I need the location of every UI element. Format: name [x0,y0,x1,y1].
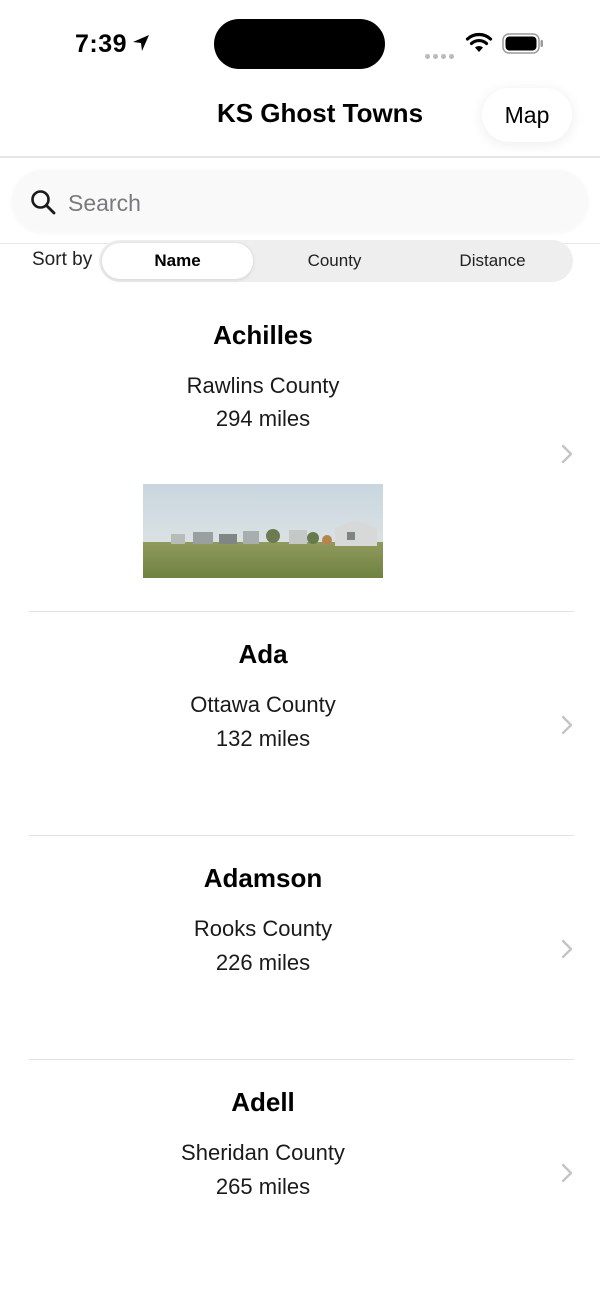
chevron-right-icon [561,939,573,959]
town-county: Rooks County [193,916,333,941]
town-name: Adamson [203,863,323,893]
town-county: Sheridan County [181,1140,345,1165]
chevron-right-icon [561,715,573,735]
chevron-right-icon [561,444,573,464]
town-distance: 294 miles [215,406,311,431]
town-name: Ada [238,639,288,669]
chevron-right-icon [561,1163,573,1183]
town-distance: 226 miles [215,950,311,975]
town-name: Adell [231,1087,295,1117]
town-county: Rawlins County [186,373,340,398]
town-row-ada[interactable]: Ada Ottawa County 132 miles [0,612,600,836]
town-distance: 265 miles [215,1174,311,1199]
town-photo [143,484,383,578]
town-name: Achilles [213,320,313,350]
town-row-adamson[interactable]: Adamson Rooks County 226 miles [0,836,600,1060]
town-county: Ottawa County [190,692,336,717]
town-row-adell[interactable]: Adell Sheridan County 265 miles [0,1060,600,1299]
town-row-achilles[interactable]: Achilles Rawlins County 294 miles [0,0,600,612]
town-distance: 132 miles [215,726,311,751]
